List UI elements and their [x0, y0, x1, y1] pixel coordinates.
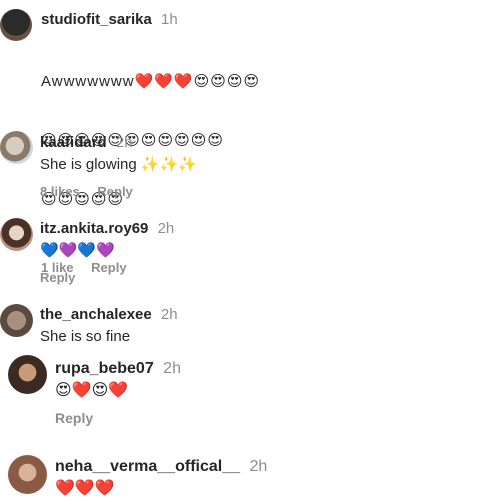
avatar[interactable]: [0, 218, 33, 251]
comment-username[interactable]: itz.ankita.roy69: [40, 220, 148, 237]
avatar[interactable]: [0, 131, 33, 164]
comment-item: itz.ankita.roy69 2h 💙💜💙💜 Reply: [0, 211, 500, 286]
comment-item: kaafidard 2h She is glowing ✨✨✨ 8 likes …: [0, 125, 500, 200]
comment-item: studiofit_sarika 1h Awwwwwww❤️❤️❤️😍😍😍😍 😍…: [0, 0, 500, 275]
comment-username[interactable]: studiofit_sarika: [41, 11, 152, 28]
comment-text-line: Awwwwwww❤️❤️❤️😍😍😍😍: [41, 73, 261, 90]
comment-time: 2h: [249, 458, 268, 475]
reply-button[interactable]: Reply: [55, 410, 93, 426]
comment-username[interactable]: the_anchalexee: [40, 306, 152, 323]
comment-username[interactable]: rupa_bebe07: [55, 360, 154, 377]
comment-text: She is so fine: [40, 328, 131, 345]
reply-button[interactable]: Reply: [40, 270, 75, 285]
comment-time: 2h: [160, 306, 178, 323]
comment-text: ❤️❤️❤️: [55, 480, 115, 497]
comment-item: rupa_bebe07 2h 😍❤️😍❤️ Reply: [0, 350, 500, 440]
comment-time: 1h: [161, 11, 178, 28]
comment-username[interactable]: neha__verma__offical__: [55, 458, 240, 475]
comment-item: neha__verma__offical__ 2h ❤️❤️❤️: [0, 448, 500, 500]
comment-time: 2h: [115, 134, 133, 151]
avatar[interactable]: [0, 304, 33, 337]
reply-button[interactable]: Reply: [97, 184, 132, 199]
like-count[interactable]: 8 likes: [40, 184, 80, 199]
avatar[interactable]: [8, 355, 47, 394]
comment-username[interactable]: kaafidard: [40, 134, 107, 151]
avatar[interactable]: [0, 9, 32, 41]
comment-text: She is glowing ✨✨✨: [40, 156, 197, 173]
comment-item: the_anchalexee 2h She is so fine: [0, 297, 500, 347]
comment-text: 😍❤️😍❤️: [55, 382, 129, 399]
comment-text: 💙💜💙💜: [40, 242, 115, 259]
avatar[interactable]: [8, 455, 47, 494]
comment-time: 2h: [163, 360, 181, 377]
comment-time: 2h: [157, 220, 175, 237]
